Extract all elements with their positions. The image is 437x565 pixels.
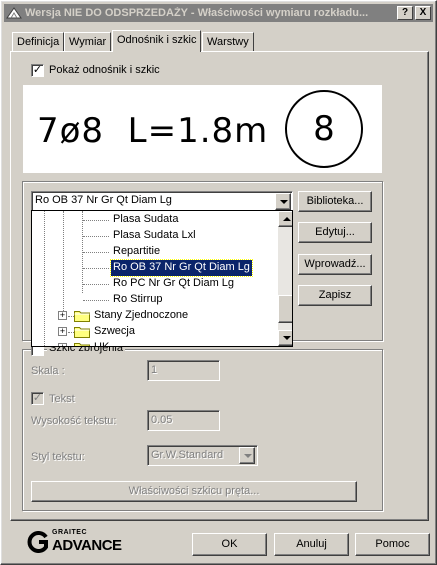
title-bar[interactable]: Wersja NIE DO ODSPRZEDAŻY - Właściwości … [4, 4, 433, 22]
ok-button[interactable]: OK [192, 533, 267, 556]
properties-dialog: Wersja NIE DO ODSPRZEDAŻY - Właściwości … [0, 0, 437, 565]
tree-item[interactable]: Ro Stirrup [111, 292, 165, 308]
tree-item[interactable]: Plasa Sudata [111, 212, 180, 228]
tree-connector [83, 252, 109, 253]
scroll-down-button[interactable] [278, 330, 292, 346]
chevron-down-icon [283, 336, 291, 340]
insert-button[interactable]: Wprowadź... [298, 254, 372, 275]
graitec-logo: GRAITEC ADVANCE [23, 529, 123, 555]
style-combo[interactable]: Ro OB 37 Nr Gr Qt Diam Lg [31, 191, 293, 211]
combo-dropdown-button[interactable] [275, 193, 291, 210]
cancel-button[interactable]: Anuluj [274, 533, 349, 556]
expand-icon[interactable]: + [58, 327, 67, 336]
scroll-thumb[interactable] [278, 295, 292, 323]
close-button[interactable]: X [415, 6, 431, 20]
tree-item[interactable]: Plasa Sudata Lxl [111, 228, 198, 244]
logo-main-text: ADVANCE [52, 537, 122, 554]
show-callout-label[interactable]: Pokaż odnośnik i szkic [49, 64, 160, 76]
text-height-field[interactable]: 0.05 [147, 410, 220, 431]
window-title: Wersja NIE DO ODSPRZEDAŻY - Właściwości … [25, 7, 369, 19]
text-style-combo[interactable]: Gr.W.Standard [147, 445, 258, 466]
app-icon [6, 7, 22, 19]
callout-preview: 7ø8 L=1.8m 8 [23, 85, 382, 173]
chevron-down-icon [280, 200, 288, 204]
help-button[interactable]: ? [397, 6, 413, 20]
preview-bar-text: 7ø8 L=1.8m [37, 111, 269, 151]
logo-top-text: GRAITEC [52, 529, 87, 536]
text-style-label: Styl tekstu: [31, 451, 85, 463]
tree-connector [83, 284, 109, 285]
text-checkbox[interactable]: ✓ [31, 392, 44, 405]
library-button[interactable]: Biblioteka... [298, 191, 372, 212]
edit-button[interactable]: Edytuj... [298, 222, 372, 243]
folder-icon [74, 311, 90, 322]
tree-connector [83, 220, 109, 221]
graitec-logo-mark [27, 531, 48, 553]
tree-item[interactable]: Ro PC Nr Gr Qt Diam Lg [111, 276, 236, 292]
text-style-dropdown-button[interactable] [239, 447, 255, 464]
chevron-up-icon [283, 217, 291, 221]
chevron-down-icon [244, 454, 252, 458]
tab-warstwy[interactable]: Warstwy [202, 32, 254, 51]
tree-item-selected[interactable]: Ro OB 37 Nr Gr Qt Diam Lg [110, 259, 253, 277]
tree-folder-item[interactable]: Szwecja [92, 324, 137, 340]
tree-connector [83, 300, 109, 301]
tab-wymiar[interactable]: Wymiar [64, 32, 112, 51]
text-style-value: Gr.W.Standard [151, 449, 224, 461]
scroll-up-button[interactable] [278, 211, 292, 227]
expand-icon[interactable]: + [58, 343, 67, 346]
style-combo-value: Ro OB 37 Nr Gr Qt Diam Lg [35, 194, 172, 206]
tree-folder-item[interactable]: Stany Zjednoczone [92, 308, 190, 324]
scale-label: Skala : [31, 365, 65, 377]
tree-guide-line [63, 211, 64, 315]
tree-guide-line [44, 211, 45, 346]
preview-mark-number: 8 [313, 109, 335, 149]
tree-scrollbar[interactable] [278, 211, 292, 346]
folder-icon [74, 343, 90, 346]
tab-definicja[interactable]: Definicja [12, 32, 65, 51]
tree-folder-item[interactable]: UK [92, 340, 111, 346]
help-footer-button[interactable]: Pomoc [355, 533, 430, 556]
style-tree-dropdown[interactable]: Plasa Sudata Plasa Sudata Lxl Repartitie… [31, 210, 293, 347]
sketch-properties-button[interactable]: Właściwości szkicu pręta... [31, 481, 357, 502]
save-button[interactable]: Zapisz [298, 285, 372, 306]
tree-connector [83, 268, 109, 269]
show-callout-checkbox[interactable]: ✓ [31, 64, 44, 77]
text-checkbox-label[interactable]: Tekst [49, 393, 75, 405]
scale-field[interactable]: 1 [147, 360, 220, 381]
expand-icon[interactable]: + [58, 311, 67, 320]
tree-connector [83, 236, 109, 237]
text-height-label: Wysokość tekstu: [31, 415, 117, 427]
tree-item[interactable]: Repartitie [111, 244, 162, 260]
folder-icon [74, 327, 90, 338]
tab-odnosnik-i-szkic[interactable]: Odnośnik i szkic [112, 30, 202, 52]
